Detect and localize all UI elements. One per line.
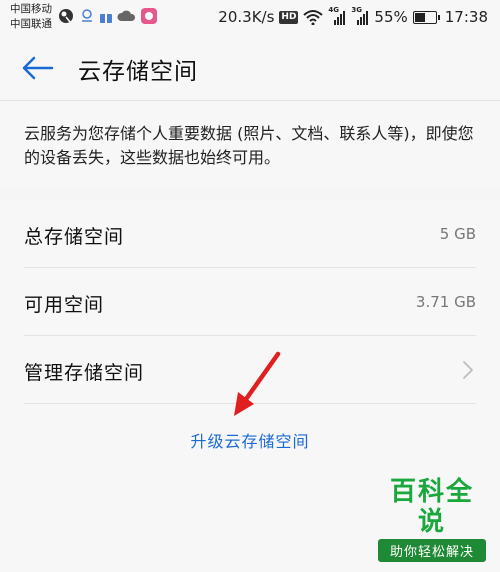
clock: 17:38 — [444, 8, 488, 26]
battery-percent: 55% — [374, 8, 408, 26]
globe-icon — [59, 9, 73, 23]
signal-4g-label: 4G — [328, 6, 340, 14]
available-storage-row: 可用空间 3.71 GB — [0, 268, 500, 336]
page-title: 云存储空间 — [78, 59, 198, 85]
signal-4g-icon: 4G — [328, 6, 346, 25]
carrier-names: 中国移动 中国联通 — [10, 2, 52, 32]
chevron-right-icon — [463, 361, 473, 379]
signal-3g-label: 3G — [351, 6, 363, 14]
hd-badge: HD — [279, 10, 299, 24]
total-storage-value: 5 GB — [439, 225, 476, 243]
total-storage-row: 总存储空间 5 GB — [0, 200, 500, 268]
app-notification-icon — [141, 8, 157, 24]
available-storage-label: 可用空间 — [24, 294, 105, 316]
watermark-logo: 百科全说 助你轻松解决 — [378, 477, 486, 562]
battery-icon — [412, 10, 440, 24]
status-indicators: 20.3K/s HD 4G 3G 55% 17:38 — [213, 6, 488, 28]
description-text: 云服务为您存储个人重要数据 (照片、文档、联系人等)，即使您的设备丢失，这些数据… — [24, 124, 474, 167]
manage-storage-label: 管理存储空间 — [24, 362, 145, 384]
upgrade-storage-link[interactable]: 升级云存储空间 — [0, 428, 500, 452]
available-storage-value: 3.71 GB — [415, 293, 476, 311]
carrier-1: 中国移动 — [10, 3, 52, 15]
weather-icon — [82, 9, 92, 22]
watermark-title: 百科全说 — [389, 477, 474, 537]
status-bar: 中国移动 中国联通 20.3K/s HD 4G 3G 55% 17:38 — [0, 0, 500, 36]
signal-3g-icon: 3G — [351, 6, 369, 25]
back-arrow-icon[interactable] — [20, 54, 56, 82]
total-storage-label: 总存储空间 — [24, 226, 125, 248]
app-header: 云存储空间 — [0, 36, 500, 101]
red-pointer-arrow-icon — [234, 351, 281, 416]
battery-fill — [414, 12, 426, 22]
network-speed: 20.3K/s — [218, 8, 275, 26]
watermark-subtitle: 助你轻松解决 — [378, 539, 486, 562]
description-card: 云服务为您存储个人重要数据 (照片、文档、联系人等)，即使您的设备丢失，这些数据… — [0, 101, 500, 187]
cloud-icon — [117, 10, 136, 21]
gift-icon — [100, 11, 112, 23]
carrier-2: 中国联通 — [10, 18, 52, 30]
wifi-icon — [303, 10, 324, 25]
